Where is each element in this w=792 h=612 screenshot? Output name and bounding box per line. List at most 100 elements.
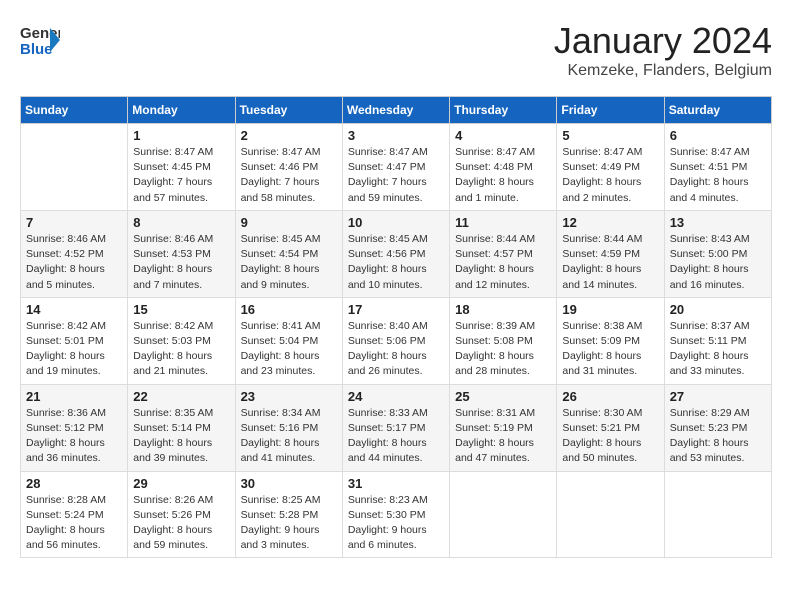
column-header-thursday: Thursday bbox=[450, 97, 557, 124]
calendar-cell: 16 Sunrise: 8:41 AMSunset: 5:04 PMDayligh… bbox=[235, 297, 342, 384]
calendar-cell: 18Sunrise: 8:39 AMSunset: 5:08 PMDayligh… bbox=[450, 297, 557, 384]
cell-text: Sunrise: 8:41 AMSunset: 5:04 PMDaylight:… bbox=[241, 319, 337, 380]
day-number: 27 bbox=[670, 389, 766, 404]
day-number: 6 bbox=[670, 128, 766, 143]
calendar-cell: 20Sunrise: 8:37 AMSunset: 5:11 PMDayligh… bbox=[664, 297, 771, 384]
cell-inner: 16 Sunrise: 8:41 AMSunset: 5:04 PMDayligh… bbox=[241, 302, 337, 380]
day-number: 10 bbox=[348, 215, 444, 230]
calendar-cell: 9Sunrise: 8:45 AMSunset: 4:54 PMDaylight… bbox=[235, 210, 342, 297]
day-number: 12 bbox=[562, 215, 658, 230]
cell-text: Sunrise: 8:40 AMSunset: 5:06 PMDaylight:… bbox=[348, 319, 444, 380]
calendar-cell: 13Sunrise: 8:43 AMSunset: 5:00 PMDayligh… bbox=[664, 210, 771, 297]
cell-inner: 19 Sunrise: 8:38 AMSunset: 5:09 PMDayligh… bbox=[562, 302, 658, 380]
day-number: 18 bbox=[455, 302, 551, 317]
logo-icon: General Blue bbox=[20, 20, 60, 60]
cell-inner: 13Sunrise: 8:43 AMSunset: 5:00 PMDayligh… bbox=[670, 215, 766, 293]
day-number: 28 bbox=[26, 476, 122, 491]
day-number: 4 bbox=[455, 128, 551, 143]
cell-inner: 21 Sunrise: 8:36 AMSunset: 5:12 PMDayligh… bbox=[26, 389, 122, 467]
day-number: 23 bbox=[241, 389, 337, 404]
calendar-cell: 26Sunrise: 8:30 AMSunset: 5:21 PMDayligh… bbox=[557, 384, 664, 471]
calendar-cell: 1Sunrise: 8:47 AMSunset: 4:45 PMDaylight… bbox=[128, 124, 235, 211]
cell-text: Sunrise: 8:47 AMSunset: 4:47 PMDaylight:… bbox=[348, 145, 444, 206]
week-row-5: 28 Sunrise: 8:28 AMSunset: 5:24 PMDayligh… bbox=[21, 471, 772, 558]
day-number: 19 bbox=[562, 302, 658, 317]
calendar-cell: 6Sunrise: 8:47 AMSunset: 4:51 PMDaylight… bbox=[664, 124, 771, 211]
week-row-4: 21 Sunrise: 8:36 AMSunset: 5:12 PMDayligh… bbox=[21, 384, 772, 471]
cell-text: Sunrise: 8:37 AMSunset: 5:11 PMDaylight:… bbox=[670, 319, 766, 380]
cell-inner: 10 Sunrise: 8:45 AMSunset: 4:56 PMDayligh… bbox=[348, 215, 444, 293]
logo: General Blue bbox=[20, 20, 60, 60]
calendar-cell bbox=[557, 471, 664, 558]
cell-text: Sunrise: 8:47 AMSunset: 4:48 PMDaylight:… bbox=[455, 145, 551, 206]
calendar-cell bbox=[450, 471, 557, 558]
cell-text: Sunrise: 8:45 AMSunset: 4:54 PMDaylight:… bbox=[241, 232, 337, 293]
calendar-header: SundayMondayTuesdayWednesdayThursdayFrid… bbox=[21, 97, 772, 124]
column-header-friday: Friday bbox=[557, 97, 664, 124]
cell-inner: 12Sunrise: 8:44 AMSunset: 4:59 PMDayligh… bbox=[562, 215, 658, 293]
week-row-2: 7 Sunrise: 8:46 AMSunset: 4:52 PMDaylight… bbox=[21, 210, 772, 297]
day-number: 29 bbox=[133, 476, 229, 491]
cell-text: Sunrise: 8:46 AMSunset: 4:52 PMDaylight:… bbox=[26, 232, 122, 293]
cell-inner: 3Sunrise: 8:47 AMSunset: 4:47 PMDaylight… bbox=[348, 128, 444, 206]
day-number: 17 bbox=[348, 302, 444, 317]
cell-inner: 17 Sunrise: 8:40 AMSunset: 5:06 PMDayligh… bbox=[348, 302, 444, 380]
cell-text: Sunrise: 8:38 AMSunset: 5:09 PMDaylight:… bbox=[562, 319, 658, 380]
week-row-1: 1Sunrise: 8:47 AMSunset: 4:45 PMDaylight… bbox=[21, 124, 772, 211]
calendar-cell: 31Sunrise: 8:23 AMSunset: 5:30 PMDayligh… bbox=[342, 471, 449, 558]
cell-text: Sunrise: 8:42 AMSunset: 5:03 PMDaylight:… bbox=[133, 319, 229, 380]
page-header: General Blue January 2024 Kemzeke, Fland… bbox=[20, 20, 772, 80]
calendar-cell: 8Sunrise: 8:46 AMSunset: 4:53 PMDaylight… bbox=[128, 210, 235, 297]
calendar-cell: 23Sunrise: 8:34 AMSunset: 5:16 PMDayligh… bbox=[235, 384, 342, 471]
day-number: 7 bbox=[26, 215, 122, 230]
calendar-cell: 5Sunrise: 8:47 AMSunset: 4:49 PMDaylight… bbox=[557, 124, 664, 211]
cell-inner: 4 Sunrise: 8:47 AMSunset: 4:48 PMDaylight… bbox=[455, 128, 551, 206]
svg-text:Blue: Blue bbox=[20, 41, 53, 58]
cell-text: Sunrise: 8:46 AMSunset: 4:53 PMDaylight:… bbox=[133, 232, 229, 293]
cell-text: Sunrise: 8:43 AMSunset: 5:00 PMDaylight:… bbox=[670, 232, 766, 293]
cell-inner: 22Sunrise: 8:35 AMSunset: 5:14 PMDayligh… bbox=[133, 389, 229, 467]
calendar-cell: 30 Sunrise: 8:25 AMSunset: 5:28 PMDayligh… bbox=[235, 471, 342, 558]
cell-inner: 5Sunrise: 8:47 AMSunset: 4:49 PMDaylight… bbox=[562, 128, 658, 206]
day-number: 21 bbox=[26, 389, 122, 404]
day-number: 14 bbox=[26, 302, 122, 317]
cell-inner: 2 Sunrise: 8:47 AMSunset: 4:46 PMDaylight… bbox=[241, 128, 337, 206]
day-number: 2 bbox=[241, 128, 337, 143]
cell-text: Sunrise: 8:44 AMSunset: 4:57 PMDaylight:… bbox=[455, 232, 551, 293]
day-number: 1 bbox=[133, 128, 229, 143]
cell-inner: 7 Sunrise: 8:46 AMSunset: 4:52 PMDaylight… bbox=[26, 215, 122, 293]
day-number: 11 bbox=[455, 215, 551, 230]
cell-inner: 31Sunrise: 8:23 AMSunset: 5:30 PMDayligh… bbox=[348, 476, 444, 554]
calendar-cell: 15Sunrise: 8:42 AMSunset: 5:03 PMDayligh… bbox=[128, 297, 235, 384]
calendar-cell: 25Sunrise: 8:31 AMSunset: 5:19 PMDayligh… bbox=[450, 384, 557, 471]
calendar-cell bbox=[21, 124, 128, 211]
cell-text: Sunrise: 8:28 AMSunset: 5:24 PMDaylight:… bbox=[26, 493, 122, 554]
day-number: 16 bbox=[241, 302, 337, 317]
calendar-cell: 10 Sunrise: 8:45 AMSunset: 4:56 PMDayligh… bbox=[342, 210, 449, 297]
cell-text: Sunrise: 8:25 AMSunset: 5:28 PMDaylight:… bbox=[241, 493, 337, 554]
cell-text: Sunrise: 8:45 AMSunset: 4:56 PMDaylight:… bbox=[348, 232, 444, 293]
cell-text: Sunrise: 8:36 AMSunset: 5:12 PMDaylight:… bbox=[26, 406, 122, 467]
day-number: 26 bbox=[562, 389, 658, 404]
cell-inner: 9Sunrise: 8:45 AMSunset: 4:54 PMDaylight… bbox=[241, 215, 337, 293]
day-number: 30 bbox=[241, 476, 337, 491]
calendar-table: SundayMondayTuesdayWednesdayThursdayFrid… bbox=[20, 96, 772, 558]
calendar-cell: 27Sunrise: 8:29 AMSunset: 5:23 PMDayligh… bbox=[664, 384, 771, 471]
main-title: January 2024 bbox=[554, 20, 772, 62]
calendar-body: 1Sunrise: 8:47 AMSunset: 4:45 PMDaylight… bbox=[21, 124, 772, 558]
cell-text: Sunrise: 8:47 AMSunset: 4:46 PMDaylight:… bbox=[241, 145, 337, 206]
calendar-cell bbox=[664, 471, 771, 558]
day-number: 24 bbox=[348, 389, 444, 404]
calendar-cell: 17 Sunrise: 8:40 AMSunset: 5:06 PMDayligh… bbox=[342, 297, 449, 384]
title-block: January 2024 Kemzeke, Flanders, Belgium bbox=[554, 20, 772, 80]
cell-text: Sunrise: 8:26 AMSunset: 5:26 PMDaylight:… bbox=[133, 493, 229, 554]
cell-inner: 15Sunrise: 8:42 AMSunset: 5:03 PMDayligh… bbox=[133, 302, 229, 380]
calendar-cell: 24Sunrise: 8:33 AMSunset: 5:17 PMDayligh… bbox=[342, 384, 449, 471]
cell-inner: 8Sunrise: 8:46 AMSunset: 4:53 PMDaylight… bbox=[133, 215, 229, 293]
column-header-saturday: Saturday bbox=[664, 97, 771, 124]
calendar-cell: 4 Sunrise: 8:47 AMSunset: 4:48 PMDaylight… bbox=[450, 124, 557, 211]
day-number: 5 bbox=[562, 128, 658, 143]
calendar-cell: 29 Sunrise: 8:26 AMSunset: 5:26 PMDayligh… bbox=[128, 471, 235, 558]
week-row-3: 14Sunrise: 8:42 AMSunset: 5:01 PMDayligh… bbox=[21, 297, 772, 384]
calendar-cell: 11 Sunrise: 8:44 AMSunset: 4:57 PMDayligh… bbox=[450, 210, 557, 297]
